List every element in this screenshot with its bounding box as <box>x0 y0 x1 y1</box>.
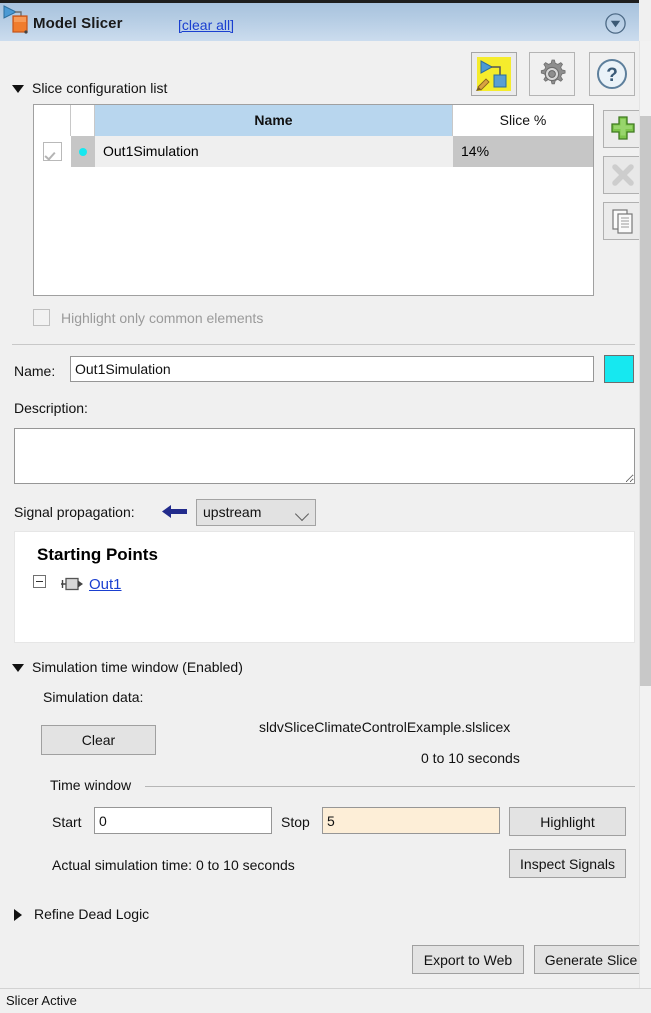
chevron-down-circle-icon[interactable] <box>604 12 627 35</box>
row-checkbox[interactable] <box>43 142 62 161</box>
sim-time-window-header-label: Simulation time window (Enabled) <box>32 659 243 675</box>
divider <box>12 344 635 345</box>
add-config-button[interactable] <box>603 110 643 148</box>
highlight-button[interactable]: Highlight <box>509 807 626 836</box>
titlebar: Model Slicer <box>0 0 639 41</box>
statusbar: Slicer Active <box>0 988 651 1013</box>
copy-config-button[interactable] <box>603 202 643 240</box>
time-window-group-label: Time window <box>50 777 137 793</box>
slice-color-swatch[interactable] <box>604 355 634 383</box>
start-label: Start <box>52 814 82 830</box>
group-divider <box>145 786 635 787</box>
status-text: Slicer Active <box>6 993 77 1008</box>
highlight-common-checkbox <box>33 309 50 326</box>
name-input[interactable] <box>70 356 594 382</box>
clear-sim-data-button[interactable]: Clear <box>41 725 156 755</box>
sim-time-window-section-header[interactable]: Simulation time window (Enabled) <box>12 659 243 675</box>
actual-sim-time-label: Actual simulation time: 0 to 10 seconds <box>52 857 295 873</box>
chevron-down-icon <box>295 507 309 521</box>
row-name[interactable]: Out1Simulation <box>95 136 453 167</box>
starting-points-title: Starting Points <box>37 545 158 565</box>
slice-config-section-header[interactable]: Slice configuration list <box>12 80 167 96</box>
inspect-signals-button[interactable]: Inspect Signals <box>509 849 626 878</box>
minus-box-icon[interactable] <box>33 575 46 588</box>
row-color-cell[interactable] <box>71 136 95 167</box>
table-col-name[interactable]: Name <box>95 105 453 136</box>
svg-text:?: ? <box>606 65 618 86</box>
highlight-common-label: Highlight only common elements <box>61 310 263 326</box>
window-title: Model Slicer <box>33 15 123 32</box>
description-label: Description: <box>14 400 88 416</box>
start-time-input[interactable] <box>94 807 272 834</box>
model-slicer-window: Model Slicer Slice configuration list <box>0 0 651 1013</box>
model-slicer-icon <box>2 4 32 40</box>
table-col-check <box>34 105 71 136</box>
generate-slice-button[interactable]: Generate Slice <box>534 945 648 974</box>
edit-slice-button[interactable] <box>471 52 517 96</box>
triangle-down-icon <box>12 664 24 672</box>
vertical-scrollbar-track[interactable] <box>640 41 651 988</box>
vertical-scrollbar-thumb[interactable] <box>640 116 651 686</box>
row-slice-pct: 14% <box>453 136 593 167</box>
color-dot-icon <box>79 148 87 156</box>
arrow-left-icon <box>162 503 188 523</box>
export-to-web-button[interactable]: Export to Web <box>412 945 524 974</box>
table-col-color <box>71 105 95 136</box>
starting-point-out1-link[interactable]: Out1 <box>89 576 122 593</box>
row-checkbox-cell[interactable] <box>34 136 71 167</box>
table-row[interactable]: Out1Simulation 14% <box>34 136 593 167</box>
triangle-down-icon <box>12 85 24 93</box>
signal-propagation-label: Signal propagation: <box>14 504 135 520</box>
stop-label: Stop <box>281 814 310 830</box>
settings-button[interactable] <box>529 52 575 96</box>
signal-propagation-value: upstream <box>203 504 261 520</box>
delete-config-button <box>603 156 643 194</box>
refine-dead-logic-section-header[interactable]: Refine Dead Logic <box>14 906 149 922</box>
description-textarea[interactable] <box>14 428 635 484</box>
table-col-slice-pct[interactable]: Slice % <box>453 105 593 136</box>
name-label: Name: <box>14 363 55 379</box>
help-button[interactable]: ? <box>589 52 635 96</box>
stop-time-input[interactable] <box>322 807 500 834</box>
sim-data-label: Simulation data: <box>43 689 143 705</box>
sim-data-range: 0 to 10 seconds <box>421 750 520 766</box>
outport-block-icon <box>60 576 84 595</box>
refine-dead-logic-label: Refine Dead Logic <box>34 906 149 922</box>
slice-config-table[interactable]: Name Slice % Out1Simulation 14% <box>33 104 594 296</box>
triangle-right-icon <box>14 909 22 921</box>
slice-config-header-label: Slice configuration list <box>32 80 167 96</box>
sim-data-file: sldvSliceClimateControlExample.slslicex <box>259 719 510 735</box>
table-header-row: Name Slice % <box>34 105 593 136</box>
clear-all-link[interactable]: [clear all] <box>178 17 234 33</box>
signal-propagation-dropdown[interactable]: upstream <box>196 499 316 526</box>
